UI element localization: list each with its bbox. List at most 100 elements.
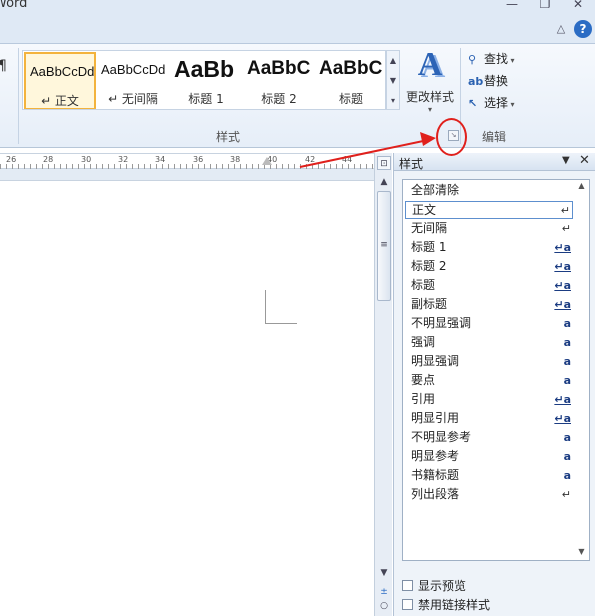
style-tile-title[interactable]: AaBbC 标题: [315, 52, 385, 109]
style-list-item[interactable]: 明显强调 a: [405, 353, 573, 371]
title-bar: Word — ❐ ✕: [0, 0, 595, 14]
style-list-item[interactable]: 明显引用 ↵a: [405, 410, 573, 428]
style-list-item[interactable]: 标题 ↵a: [405, 277, 573, 295]
cursor-arrow-icon: ↖: [468, 97, 478, 110]
list-scrollbar[interactable]: ▲ ▼: [574, 180, 589, 560]
linked-style-icon: ↵a: [554, 393, 571, 406]
scroll-up-icon[interactable]: ▲: [574, 181, 589, 193]
ruler-toggle-icon[interactable]: ⊡: [377, 156, 391, 170]
style-item-label: 标题 1: [411, 240, 447, 254]
style-item-label: 明显强调: [411, 354, 460, 368]
ribbon-tab-strip: △ ?: [0, 14, 595, 44]
gallery-up-icon[interactable]: ▲: [387, 51, 399, 71]
chevron-down-icon: ▾: [427, 105, 432, 114]
collapse-ribbon-icon[interactable]: △: [552, 20, 570, 38]
character-style-icon: a: [563, 431, 571, 444]
text-boundary-mark: [265, 290, 297, 324]
scroll-up-icon[interactable]: ▲: [377, 175, 391, 189]
style-tile-heading-1[interactable]: AaBb 标题 1: [170, 52, 242, 109]
style-sample: AaBbC: [319, 58, 383, 79]
document-scrollbar[interactable]: ⊡ ▲ ≡ ▼ ± ○: [374, 153, 392, 616]
character-style-icon: a: [563, 374, 571, 387]
style-tile-label: 标题: [338, 92, 363, 106]
style-list-item[interactable]: 无间隔 ↵: [405, 220, 573, 238]
style-tile-label: ↵ 无间隔: [108, 92, 158, 106]
paragraph-style-icon: ↵: [561, 222, 571, 235]
style-list-item[interactable]: 副标题 ↵a: [405, 296, 573, 314]
character-style-icon: a: [563, 317, 571, 330]
style-item-label: 标题 2: [411, 259, 447, 273]
show-preview-checkbox[interactable]: 显示预览: [402, 577, 466, 593]
style-list-item[interactable]: 引用 ↵a: [405, 391, 573, 409]
style-list-item[interactable]: 强调 a: [405, 334, 573, 352]
style-item-label: 正文: [412, 203, 437, 217]
linked-style-icon: ↵a: [554, 279, 571, 292]
style-sample: AaBb: [174, 56, 235, 82]
styles-pane-title: 样式: [399, 157, 424, 171]
style-tile-no-spacing[interactable]: AaBbCcDd ↵ 无间隔: [97, 52, 169, 109]
scroll-down-icon[interactable]: ▼: [377, 566, 391, 580]
select-label: 选择: [484, 96, 509, 110]
pane-options-icon[interactable]: ▼: [562, 155, 570, 166]
style-item-label: 要点: [411, 373, 436, 387]
style-list-item[interactable]: 不明显强调 a: [405, 315, 573, 333]
prev-page-icon[interactable]: ±: [377, 585, 391, 599]
ruler-number: 26: [6, 155, 17, 164]
style-list-item[interactable]: 正文 ↵: [405, 201, 573, 219]
replace-button[interactable]: ab替换: [468, 72, 508, 92]
close-icon[interactable]: ✕: [579, 153, 590, 168]
style-list-item[interactable]: 书籍标题 a: [405, 467, 573, 485]
style-tile-label: 标题 1: [188, 92, 224, 106]
style-item-label: 全部清除: [411, 183, 460, 197]
style-list-item[interactable]: 标题 2 ↵a: [405, 258, 573, 276]
change-styles-button[interactable]: A 更改样式 ▾: [404, 48, 456, 120]
linked-style-icon: ↵a: [554, 260, 571, 273]
style-item-label: 不明显参考: [411, 430, 472, 444]
restore-button[interactable]: ❐: [530, 0, 560, 12]
gallery-more-icon[interactable]: ▾: [387, 91, 399, 111]
format-painter-icon[interactable]: ¶: [0, 58, 7, 74]
replace-icon: ab: [468, 75, 484, 88]
style-list-item[interactable]: 明显参考 a: [405, 448, 573, 466]
change-styles-label: 更改样式: [405, 90, 454, 104]
style-item-label: 明显引用: [411, 411, 460, 425]
indent-marker[interactable]: [262, 157, 272, 165]
paragraph-style-icon: ↵: [560, 204, 570, 217]
style-list-item[interactable]: 列出段落 ↵: [405, 486, 573, 504]
checkbox[interactable]: [402, 580, 413, 591]
style-list-item[interactable]: 全部清除: [405, 182, 573, 200]
linked-style-icon: ↵a: [554, 412, 571, 425]
show-preview-label: 显示预览: [418, 579, 467, 593]
style-item-label: 副标题: [411, 297, 448, 311]
styles-list: ▲ ▼ 全部清除 正文 ↵ 无间隔 ↵ 标题 1 ↵a 标题 2 ↵a 标题 ↵a 副标题 ↵a 不明显强…: [402, 179, 590, 561]
document-page[interactable]: [0, 182, 374, 616]
checkbox[interactable]: [402, 599, 413, 610]
style-list-item[interactable]: 标题 1 ↵a: [405, 239, 573, 257]
ruler-number: 36: [193, 155, 204, 164]
ruler-number: 42: [305, 155, 316, 164]
style-list-item[interactable]: 要点 a: [405, 372, 573, 390]
minimize-button[interactable]: —: [497, 0, 527, 12]
style-tile-label: 标题 2: [261, 92, 297, 106]
character-style-icon: a: [563, 355, 571, 368]
style-tile-normal[interactable]: AaBbCcDd ↵ 正文: [24, 52, 96, 109]
close-window-button[interactable]: ✕: [563, 0, 593, 12]
editing-group-label: 编辑: [482, 130, 507, 144]
character-style-icon: a: [563, 450, 571, 463]
help-icon[interactable]: ?: [574, 20, 592, 38]
ribbon: ¶ AaBbCcDd ↵ 正文 AaBbCcDd ↵ 无间隔 AaBb 标题 1…: [0, 44, 595, 148]
browse-object-icon[interactable]: ○: [377, 599, 391, 613]
style-list-item[interactable]: 不明显参考 a: [405, 429, 573, 447]
ruler-number: 38: [230, 155, 241, 164]
gallery-down-icon[interactable]: ▼: [387, 71, 399, 91]
disable-linked-styles-checkbox[interactable]: 禁用链接样式: [402, 596, 490, 612]
styles-group-label: 样式: [216, 130, 241, 144]
style-tile-heading-2[interactable]: AaBbC 标题 2: [243, 52, 315, 109]
styles-pane-header: 样式 ▼ ✕: [394, 153, 595, 171]
word-window: Word — ❐ ✕ △ ? ¶ AaBbCcDd ↵ 正文 AaBbCcDd …: [0, 0, 595, 616]
binoculars-icon: ⚲: [468, 53, 477, 66]
find-button[interactable]: ⚲ 查找 ▾: [468, 50, 515, 70]
select-button[interactable]: ↖ 选择 ▾: [468, 94, 515, 114]
paragraph-style-icon: ↵: [561, 488, 571, 501]
scroll-down-icon[interactable]: ▼: [574, 547, 589, 559]
